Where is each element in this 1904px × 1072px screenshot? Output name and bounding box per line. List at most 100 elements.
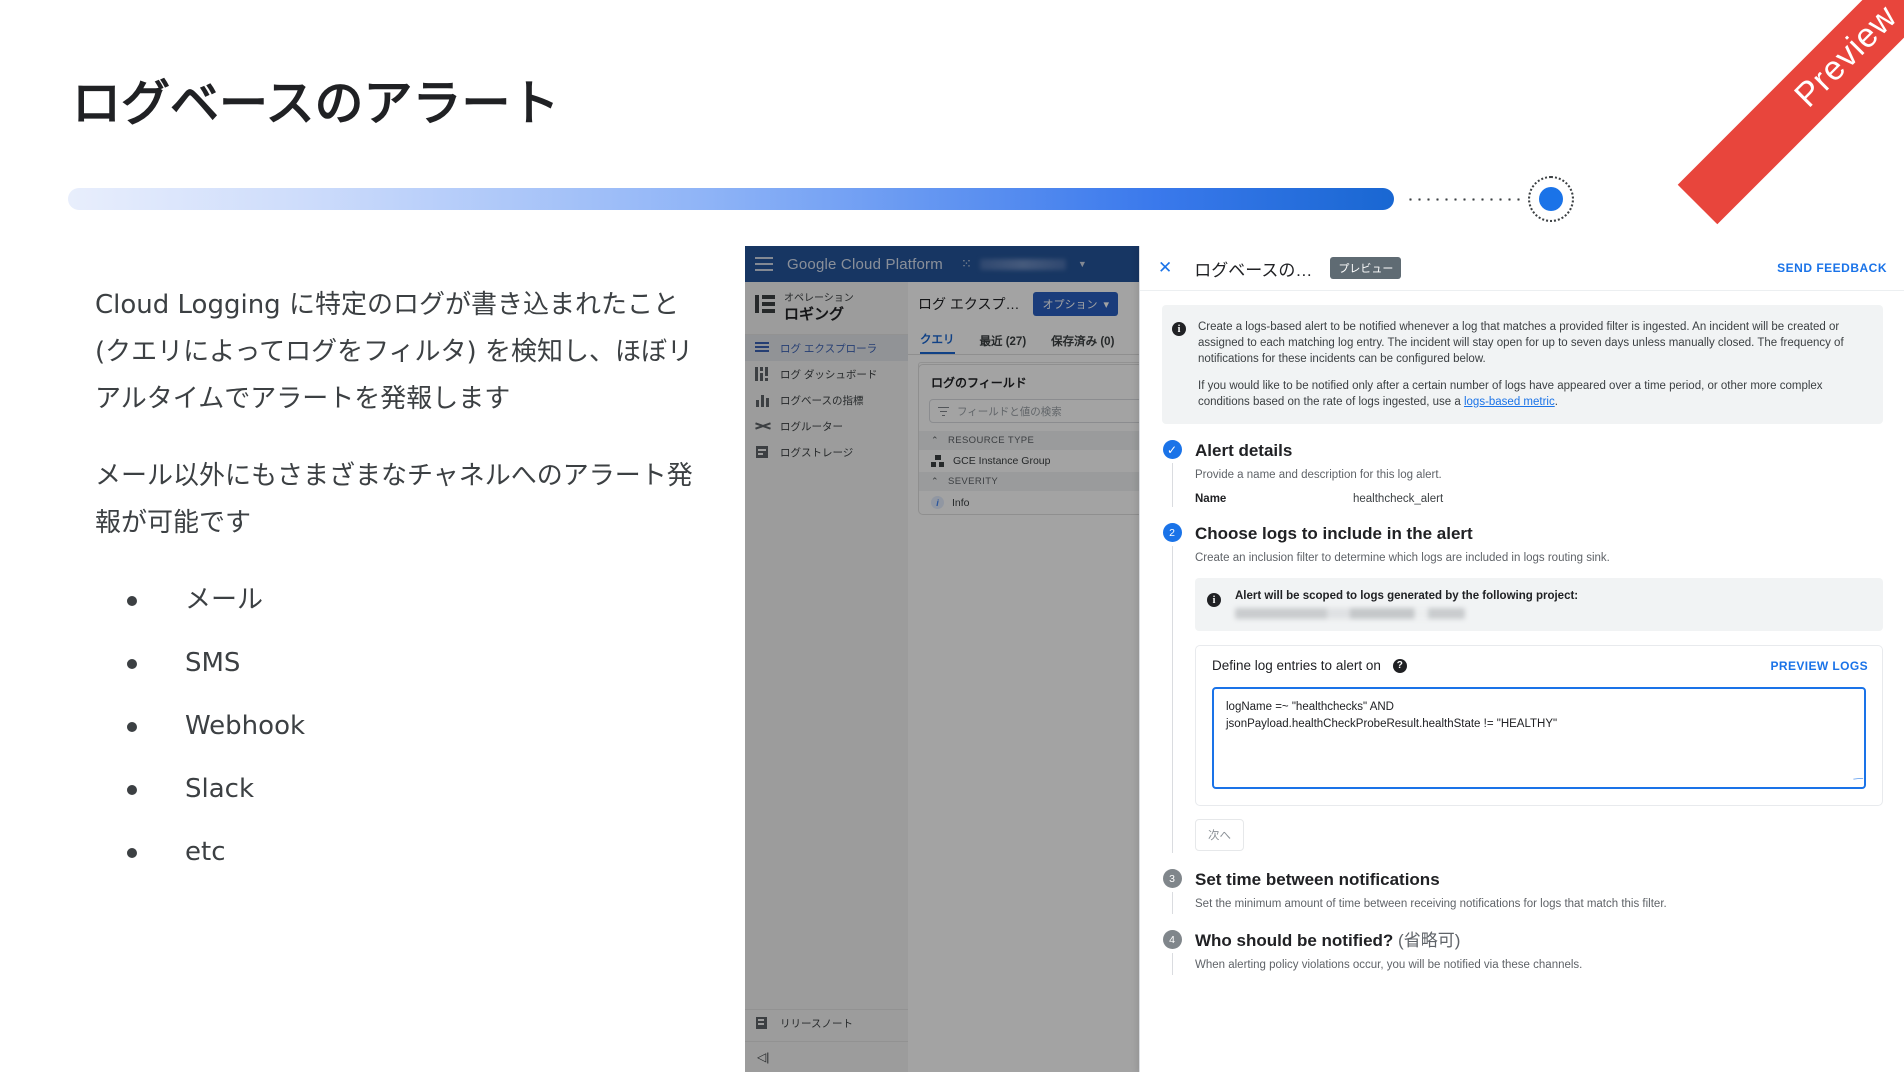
sidebar-item-logs-router[interactable]: ログルーター xyxy=(745,413,908,439)
step-description: Create an inclusion filter to determine … xyxy=(1195,552,1610,564)
list-item: etc xyxy=(95,829,695,876)
filter-line-2: jsonPayload.healthCheckProbeResult.healt… xyxy=(1226,718,1558,730)
logging-product-icon xyxy=(755,295,775,313)
step-description: Set the minimum amount of time between r… xyxy=(1195,898,1667,910)
project-selector-icon: ⁙ xyxy=(960,256,972,271)
panel-body: i Create a logs-based alert to be notifi… xyxy=(1140,291,1904,1072)
sidebar-item-logs-explorer[interactable]: ログ エクスプローラ xyxy=(745,335,908,361)
storage-icon xyxy=(755,445,771,459)
close-icon[interactable]: ✕ xyxy=(1158,258,1172,278)
step-description: When alerting policy violations occur, y… xyxy=(1195,959,1583,971)
alert-name-row: Name healthcheck_alert xyxy=(1195,493,1883,505)
log-fields-search-placeholder: フィールドと値の検索 xyxy=(957,405,1062,418)
help-icon[interactable]: ? xyxy=(1392,658,1407,673)
sidebar-item-label: ログ ダッシュボード xyxy=(780,368,878,381)
scope-text: Alert will be scoped to logs generated b… xyxy=(1235,590,1579,602)
panel-title: ログベースの… xyxy=(1194,260,1313,280)
next-button[interactable]: 次へ xyxy=(1195,819,1244,851)
options-button[interactable]: オプション ▾ xyxy=(1033,292,1119,316)
step-title: Choose logs to include in the alert xyxy=(1195,524,1473,543)
sidebar-item-label: ログ エクスプローラ xyxy=(780,342,878,355)
sidebar-item-label: リリースノート xyxy=(780,1017,853,1030)
sidebar-section-title: ロギング xyxy=(784,306,845,323)
bullet-dot-icon xyxy=(127,658,137,669)
project-name-redacted[interactable] xyxy=(979,258,1066,270)
step-choose-logs: 2 Choose logs to include in the alert Cr… xyxy=(1162,523,1883,853)
slide-progress-bar xyxy=(68,176,1574,222)
info-paragraph-1: Create a logs-based alert to be notified… xyxy=(1198,321,1844,365)
step-set-time: 3 Set time between notifications Set the… xyxy=(1162,869,1883,914)
sidebar-section-sub: オペレーション xyxy=(784,293,854,304)
filter-line-1: logName =~ "healthchecks" AND xyxy=(1226,701,1394,713)
sidebar-item-logs-storage[interactable]: ログストレージ xyxy=(745,439,908,465)
release-note-icon xyxy=(755,1016,771,1030)
progress-dotted-line xyxy=(1406,198,1524,201)
logs-based-metric-link[interactable]: logs-based metric xyxy=(1464,396,1555,408)
progress-knob xyxy=(1528,176,1574,222)
sidebar-header: オペレーション ロギング xyxy=(745,282,908,335)
bullet-dot-icon xyxy=(127,847,137,858)
tab-recent[interactable]: 最近 (27) xyxy=(980,333,1027,354)
hamburger-menu-icon[interactable] xyxy=(755,257,773,271)
preview-badge: プレビュー xyxy=(1330,257,1402,279)
bullet-label: etc xyxy=(185,837,226,867)
info-severity-icon: i xyxy=(931,496,944,509)
bullet-label: Webhook xyxy=(185,711,306,741)
info-icon: i xyxy=(1172,322,1186,336)
info-paragraph-2: If you would like to be notified only af… xyxy=(1198,378,1867,410)
preview-logs-button[interactable]: PREVIEW LOGS xyxy=(1771,659,1868,673)
step-title: Alert details xyxy=(1195,441,1293,460)
step-title-text: Who should be notified? xyxy=(1195,931,1394,950)
options-label: オプション xyxy=(1042,299,1098,311)
channel-bullet-list: メール SMS Webhook Slack etc xyxy=(95,577,695,876)
scope-notice-card: i Alert will be scoped to logs generated… xyxy=(1195,578,1883,631)
filter-label: Define log entries to alert on xyxy=(1212,658,1381,673)
sidebar-release-notes[interactable]: リリースノート xyxy=(745,1009,908,1036)
progress-track xyxy=(68,188,1394,210)
send-feedback-button[interactable]: SEND FEEDBACK xyxy=(1777,261,1887,275)
tab-saved[interactable]: 保存済み (0) xyxy=(1051,333,1114,354)
list-item: SMS xyxy=(95,640,695,687)
step-status-icon: 4 xyxy=(1162,930,1182,949)
group-label: SEVERITY xyxy=(947,476,999,487)
explorer-title: ログ エクスプ… xyxy=(918,296,1020,312)
log-field-label: GCE Instance Group xyxy=(953,455,1051,467)
logs-based-alert-panel: ✕ ログベースの… プレビュー SEND FEEDBACK i Create a… xyxy=(1139,246,1904,1072)
paragraph-1: Cloud Logging に特定のログが書き込まれたこと (クエリによってログ… xyxy=(95,290,693,414)
shuffle-icon xyxy=(755,419,771,433)
chevron-up-icon: ⌃ xyxy=(931,435,939,445)
alert-name-value: healthcheck_alert xyxy=(1353,493,1444,505)
step-alert-details: ✓ Alert details Provide a name and descr… xyxy=(1162,440,1883,507)
tab-query[interactable]: クエリ xyxy=(920,331,955,354)
gcp-brand-label[interactable]: Google Cloud Platform xyxy=(787,256,943,273)
instance-group-icon xyxy=(931,455,945,467)
chevron-down-icon[interactable]: ▼ xyxy=(1078,259,1087,269)
bullet-dot-icon xyxy=(127,784,137,795)
sidebar-item-logs-dashboard[interactable]: ログ ダッシュボード xyxy=(745,361,908,387)
group-label: RESOURCE TYPE xyxy=(947,435,1035,446)
bullet-dot-icon xyxy=(127,595,137,606)
project-id-redacted xyxy=(1235,608,1465,619)
page-title: ログベースのアラート xyxy=(72,75,560,132)
list-item: Webhook xyxy=(95,703,695,750)
panel-header: ✕ ログベースの… プレビュー SEND FEEDBACK xyxy=(1140,246,1904,291)
step-optional-label: (省略可) xyxy=(1398,931,1461,950)
list-item: Slack xyxy=(95,766,695,813)
log-fields-title: ログのフィールド xyxy=(931,376,1027,390)
step-status-icon: ✓ xyxy=(1162,440,1182,459)
step-title: Set time between notifications xyxy=(1195,870,1440,889)
bullet-label: SMS xyxy=(185,648,241,678)
filter-textarea[interactable]: logName =~ "healthchecks" AND jsonPayloa… xyxy=(1212,687,1866,789)
sidebar-item-logs-based-metrics[interactable]: ログベースの指標 xyxy=(745,387,908,413)
chevron-down-icon: ▾ xyxy=(1103,298,1110,311)
bullet-dot-icon xyxy=(127,721,137,732)
bullet-label: メール xyxy=(185,585,264,615)
filter-header: Define log entries to alert on ? PREVIEW… xyxy=(1196,646,1882,683)
dashboard-icon xyxy=(755,367,771,381)
resize-handle-icon[interactable]: ⟋ xyxy=(1851,773,1864,786)
sidebar-collapse-button[interactable]: ◁| xyxy=(745,1041,920,1072)
step-status-icon: 2 xyxy=(1162,523,1182,542)
logging-sidebar: オペレーション ロギング ログ エクスプローラ ログ ダッシュボード ログベース… xyxy=(745,282,920,1072)
step-description: Provide a name and description for this … xyxy=(1195,469,1442,481)
preview-ribbon-label: Preview xyxy=(1786,0,1904,115)
